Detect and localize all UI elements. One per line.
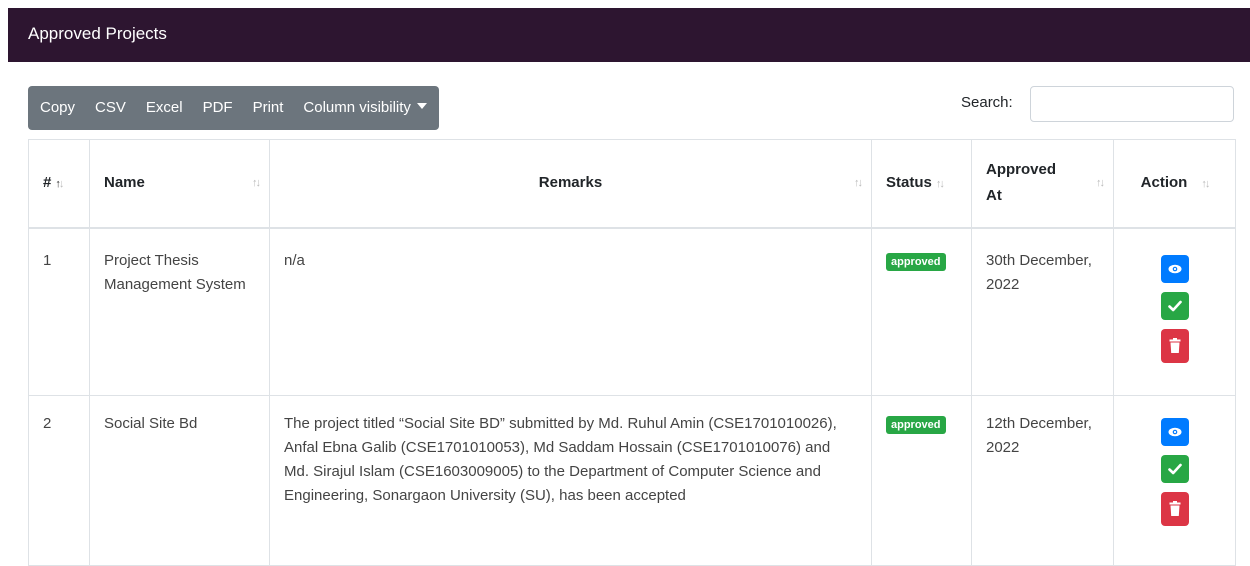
excel-button[interactable]: Excel bbox=[136, 86, 193, 130]
sort-icon: ↑↓ bbox=[252, 177, 261, 190]
project-remarks: The project titled “Social Site BD” subm… bbox=[269, 395, 872, 566]
status-badge: approved bbox=[886, 252, 946, 271]
action-cell bbox=[1113, 227, 1236, 396]
project-name: Project Thesis Management System bbox=[89, 227, 270, 396]
search-input[interactable] bbox=[1030, 86, 1234, 122]
row-number: 2 bbox=[28, 395, 90, 566]
search-label: Search: bbox=[961, 94, 1013, 111]
column-visibility-label: Column visibility bbox=[303, 99, 411, 116]
trash-icon bbox=[1169, 501, 1180, 516]
row-number: 1 bbox=[28, 227, 90, 396]
sort-icon: ↑↓ bbox=[1201, 177, 1210, 190]
col-header-name[interactable]: Name ↑↓ bbox=[89, 139, 270, 229]
copy-button[interactable]: Copy bbox=[30, 86, 85, 130]
trash-icon bbox=[1169, 337, 1180, 353]
approve-button[interactable] bbox=[1160, 291, 1189, 320]
col-header-remarks[interactable]: Remarks ↑↓ bbox=[269, 139, 872, 229]
status-cell: approved bbox=[871, 227, 972, 396]
column-visibility-button[interactable]: Column visibility bbox=[293, 86, 437, 130]
eye-icon bbox=[1168, 427, 1181, 437]
project-name: Social Site Bd bbox=[89, 395, 270, 566]
check-icon bbox=[1167, 300, 1182, 311]
action-cell bbox=[1113, 395, 1236, 566]
page-title: Approved Projects bbox=[28, 24, 167, 43]
sort-icon: ↑↓ bbox=[854, 177, 863, 190]
sort-icon: ↑↓ bbox=[1096, 177, 1105, 190]
card-header: Approved Projects bbox=[8, 8, 1250, 62]
table-header-row: # ↑↓ Name ↑↓ Remarks ↑↓ Status ↑↓ Approved A… bbox=[28, 139, 1236, 229]
view-button[interactable] bbox=[1160, 418, 1189, 446]
approve-button[interactable] bbox=[1160, 455, 1189, 483]
sort-asc-icon: ↑↓ bbox=[55, 177, 64, 190]
csv-button[interactable]: CSV bbox=[85, 86, 136, 130]
eye-icon bbox=[1168, 264, 1181, 273]
print-button[interactable]: Print bbox=[243, 86, 294, 130]
col-header-approved-at[interactable]: Approved At ↑↓ bbox=[971, 139, 1114, 229]
approved-at: 12th December, 2022 bbox=[971, 395, 1114, 566]
approved-at: 30th December, 2022 bbox=[971, 227, 1114, 396]
col-header-status[interactable]: Status ↑↓ bbox=[871, 139, 972, 229]
view-button[interactable] bbox=[1160, 254, 1189, 283]
delete-button[interactable] bbox=[1160, 328, 1189, 363]
projects-table: # ↑↓ Name ↑↓ Remarks ↑↓ Status ↑↓ Approved A… bbox=[28, 139, 1236, 566]
table-row: 1 Project Thesis Management System n/a a… bbox=[28, 227, 1236, 396]
sort-icon: ↑↓ bbox=[935, 177, 945, 190]
table-row: 2 Social Site Bd The project titled “Soc… bbox=[28, 395, 1236, 566]
project-remarks: n/a bbox=[269, 227, 872, 396]
check-icon bbox=[1167, 463, 1182, 475]
status-cell: approved bbox=[871, 395, 972, 566]
status-badge: approved bbox=[886, 416, 946, 434]
caret-down-icon bbox=[416, 103, 427, 109]
col-header-number[interactable]: # ↑↓ bbox=[28, 139, 90, 229]
col-header-action[interactable]: Action ↑↓ bbox=[1113, 139, 1236, 229]
pdf-button[interactable]: PDF bbox=[193, 86, 243, 130]
delete-button[interactable] bbox=[1160, 492, 1189, 526]
export-toolbar: Copy CSV Excel PDF Print Column visibili… bbox=[28, 86, 439, 130]
